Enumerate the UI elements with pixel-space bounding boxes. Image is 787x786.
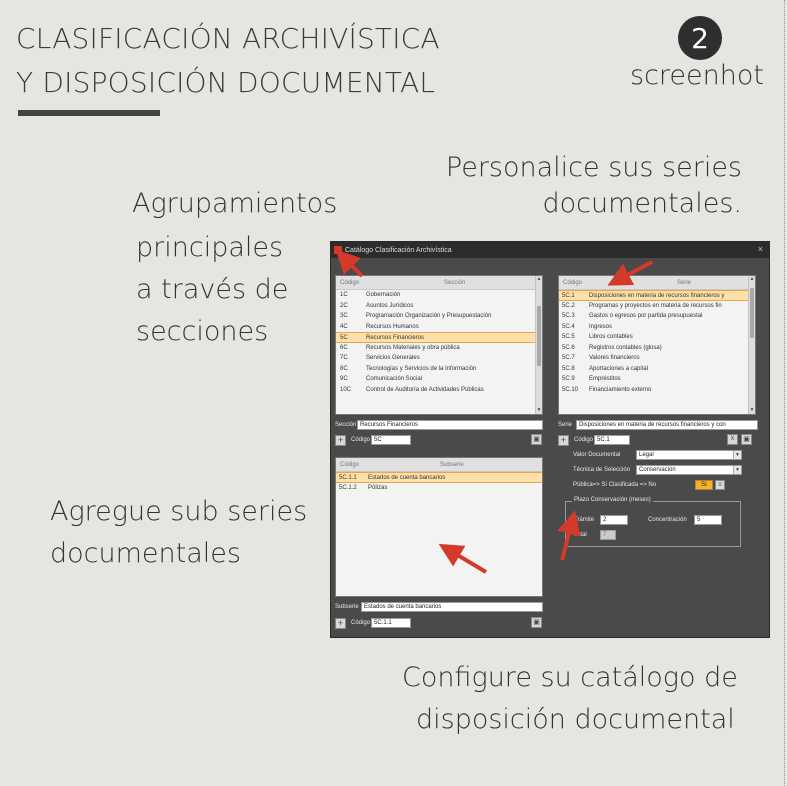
arrow-to-settings bbox=[557, 510, 581, 561]
arrow-to-sections bbox=[335, 249, 364, 278]
annotation-arrows bbox=[335, 249, 653, 574]
arrow-to-series bbox=[607, 260, 653, 286]
arrow-to-subseries bbox=[438, 543, 488, 574]
